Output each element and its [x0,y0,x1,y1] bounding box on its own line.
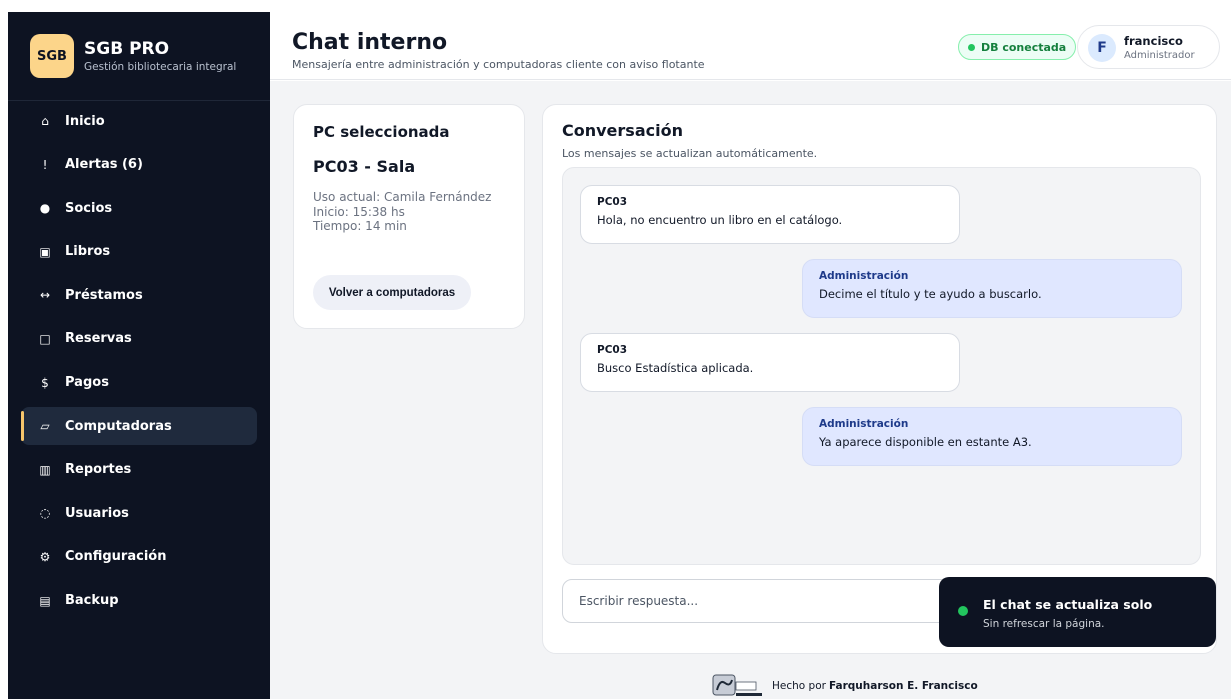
sidebar-item-label: Usuarios [65,505,129,521]
sidebar-item-label: Libros [65,244,111,260]
users-icon: ◌ [39,506,51,521]
sidebar-item-label: Configuración [65,549,167,565]
footer: Hecho por Farquharson E. Francisco [712,674,978,698]
page-title: Chat interno [292,30,448,55]
sidebar-item-label: Socios [65,200,113,216]
sidebar-item-label: Alertas (6) [65,157,143,173]
sidebar-item-label: Inicio [65,113,105,129]
sidebar-item-label: Préstamos [65,287,143,303]
message-bubble: Administración Ya aparece disponible en … [802,407,1182,466]
sidebar-item-configuracion[interactable]: ⚙ Configuración [21,538,257,576]
message-text: Busco Estadística aplicada. [597,361,754,375]
message-bubble: Administración Decime el título y te ayu… [802,259,1182,318]
brand-logo: SGB [30,34,74,78]
user-name: francisco [1124,34,1183,48]
conversation-subtitle: Los mensajes se actualizan automáticamen… [562,147,818,160]
members-icon: ● [39,201,51,216]
pc-selected-card: PC seleccionada PC03 - Sala Uso actual: … [293,104,525,329]
sidebar-item-reservas[interactable]: □ Reservas [21,320,257,358]
home-icon: ⌂ [41,114,49,128]
sidebar-item-label: Reservas [65,331,132,347]
back-to-computers-button[interactable]: Volver a computadoras [313,275,471,310]
conversation-heading: Conversación [562,121,683,140]
sidebar-item-label: Pagos [65,375,109,391]
brand: SGB SGB PRO Gestión bibliotecaria integr… [30,34,236,78]
conversation-card: Conversación Los mensajes se actualizan … [542,104,1217,654]
page-header: Chat interno Mensajería entre administra… [270,0,1231,80]
sidebar-item-usuarios[interactable]: ◌ Usuarios [21,494,257,532]
reports-icon: ▥ [39,462,51,477]
status-dot-icon [968,43,975,51]
sidebar-item-computadoras[interactable]: ▱ Computadoras [21,407,257,446]
message-text: Ya aparece disponible en estante A3. [819,435,1032,449]
brand-name: SGB PRO [84,39,170,59]
message-author: PC03 [597,344,628,356]
sidebar: SGB SGB PRO Gestión bibliotecaria integr… [8,12,270,699]
loan-icon: ↔ [39,288,51,303]
toast-title: El chat se actualiza solo [983,597,1153,612]
book-icon: ▣ [39,244,51,259]
sidebar-item-prestamos[interactable]: ↔ Préstamos [21,276,257,314]
reservation-icon: □ [39,331,51,346]
sidebar-divider [8,100,270,101]
pc-card-heading: PC seleccionada [313,123,450,141]
backup-icon: ▤ [39,593,51,608]
pc-info: Uso actual: Camila Fernández Inicio: 15:… [313,190,491,234]
pc-usage: Uso actual: Camila Fernández [313,190,492,204]
page-subtitle: Mensajería entre administración y comput… [292,58,705,71]
message-list[interactable]: PC03 Hola, no encuentro un libro en el c… [562,167,1201,565]
sidebar-item-libros[interactable]: ▣ Libros [21,233,257,271]
message-text: Hola, no encuentro un libro en el catálo… [597,213,843,227]
sidebar-item-label: Reportes [65,462,132,478]
message-author: Administración [819,418,909,430]
dollar-icon: $ [41,375,49,390]
sidebar-item-backup[interactable]: ▤ Backup [21,582,257,620]
message-text: Decime el título y te ayudo a buscarlo. [819,287,1042,301]
sidebar-item-socios[interactable]: ● Socios [21,189,257,227]
user-role: Administrador [1124,50,1195,61]
status-dot-icon [958,606,968,616]
pc-name: PC03 - Sala [313,157,416,176]
footer-author: Farquharson E. Francisco [828,680,978,692]
pc-start-time: Inicio: 15:38 hs [313,204,405,219]
brand-subtitle: Gestión bibliotecaria integral [84,61,237,73]
message-bubble: PC03 Hola, no encuentro un libro en el c… [580,185,960,244]
gear-icon: ⚙ [39,549,51,564]
message-author: PC03 [597,196,628,208]
alert-icon: ! [42,157,48,172]
sidebar-item-pagos[interactable]: $ Pagos [21,364,257,402]
sidebar-item-label: Backup [65,593,119,609]
message-bubble: PC03 Busco Estadística aplicada. [580,333,960,392]
pc-elapsed-time: Tiempo: 14 min [313,219,407,233]
sidebar-item-alertas[interactable]: ! Alertas (6) [21,146,257,184]
sidebar-item-reportes[interactable]: ▥ Reportes [21,451,257,489]
sidebar-item-inicio[interactable]: ⌂ Inicio [21,102,257,140]
user-menu[interactable]: F francisco Administrador [1077,25,1220,69]
toast-subtitle: Sin refrescar la página. [983,618,1105,630]
avatar: F [1088,34,1116,62]
message-author: Administración [819,270,909,282]
auto-refresh-toast: El chat se actualiza solo Sin refrescar … [939,577,1216,647]
sidebar-nav: ⌂ Inicio ! Alertas (6) ● Socios ▣ Libros ↔ Pr… [8,102,270,625]
db-status-label: DB conectada [981,40,1067,54]
db-status-badge: DB conectada [958,34,1077,60]
sidebar-item-label: Computadoras [65,418,172,434]
author-logo-icon [712,674,762,696]
computer-icon: ▱ [40,419,50,434]
footer-made-by: Hecho por [772,680,826,692]
